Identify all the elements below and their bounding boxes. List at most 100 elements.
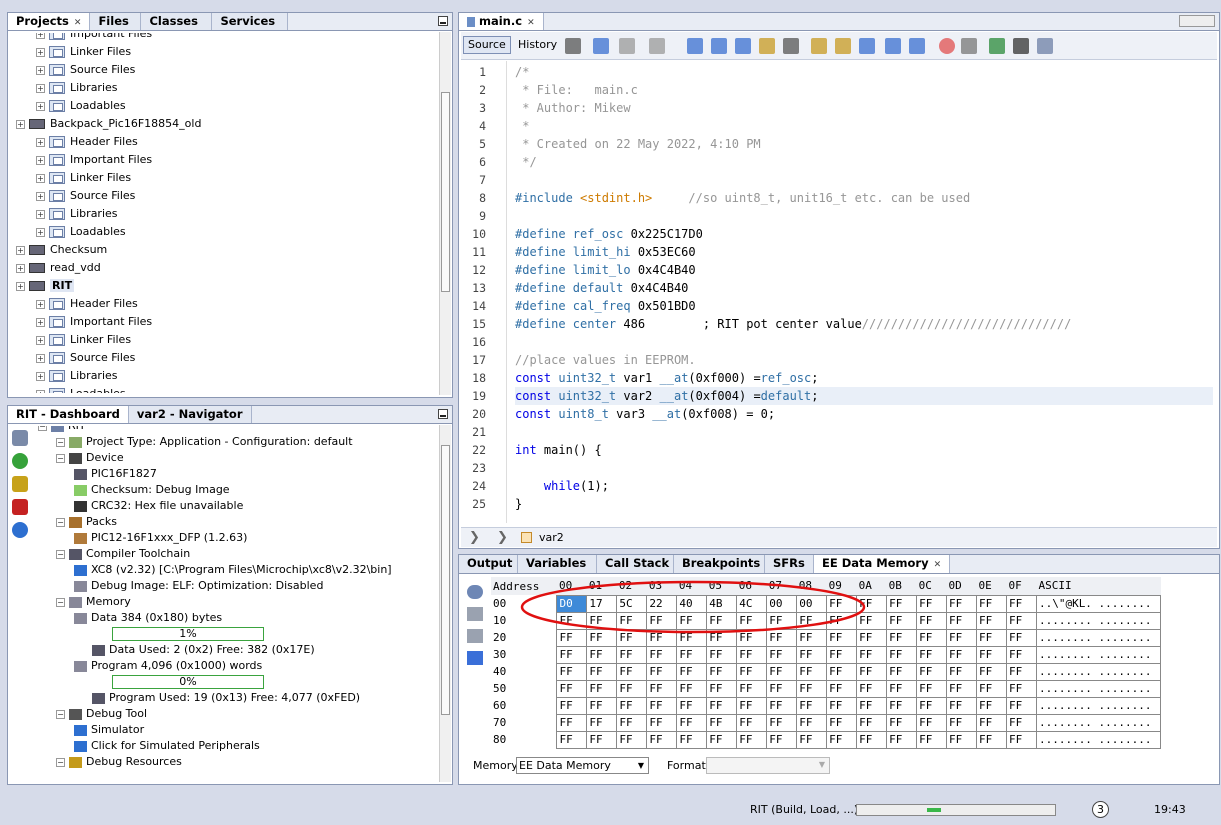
dashboard-item[interactable]: − Debug Resources [56,754,182,770]
memory-cell[interactable]: FF [616,713,648,732]
expand-icon[interactable]: + [36,317,45,327]
pdf-icon[interactable] [12,499,28,515]
memory-cell[interactable]: FF [1005,645,1037,664]
expand-icon[interactable]: + [36,101,45,111]
code-line[interactable]: const uint32_t var2 __at(0xf004) =defaul… [515,387,1213,405]
tab-output[interactable]: Output [459,555,518,573]
expand-icon[interactable]: − [56,453,65,463]
code-line[interactable]: const uint32_t var1 __at(0xf000) =ref_os… [515,369,1213,387]
code-line[interactable]: * File: main.c [515,81,1213,99]
memory-cell[interactable]: FF [886,730,918,749]
memory-cell[interactable]: FF [736,730,768,749]
memory-cell[interactable]: FF [556,730,588,749]
dashboard-item[interactable]: PIC16F1827 [74,466,157,482]
notification-badge[interactable]: 3 [1092,801,1109,818]
memory-cell[interactable]: FF [646,713,678,732]
code-line[interactable]: * Author: Mikew [515,99,1213,117]
memory-cell[interactable]: FF [916,713,948,732]
memory-cell[interactable]: FF [1005,611,1037,630]
chip-icon[interactable] [12,476,28,492]
expand-icon[interactable]: + [36,191,45,201]
memory-cell[interactable]: FF [1005,628,1037,647]
settings-icon[interactable] [12,430,28,446]
memory-cell[interactable]: FF [586,662,618,681]
memory-cell[interactable]: FF [916,696,948,715]
expand-icon[interactable]: + [36,389,45,393]
back-icon[interactable] [593,38,609,54]
tab-breakpoints[interactable]: Breakpoints [674,555,765,573]
code-line[interactable]: #define center 486 ; RIT pot center valu… [515,315,1213,333]
memory-cell[interactable]: FF [796,696,828,715]
tree-item[interactable]: + Source Files [36,61,135,79]
memory-cell[interactable]: FF [706,645,738,664]
scroll-thumb[interactable] [441,445,450,715]
expand-icon[interactable]: + [36,209,45,219]
memory-cell[interactable]: FF [586,713,618,732]
memory-cell[interactable]: FF [766,730,798,749]
memory-cell[interactable]: FF [826,645,858,664]
source-button[interactable]: Source [463,36,511,54]
memory-cell[interactable]: FF [976,662,1007,681]
tab-main-c[interactable]: main.c ✕ [459,13,544,30]
memory-cell[interactable]: FF [766,662,798,681]
tree-item[interactable]: + read_vdd [16,259,101,277]
dashboard-item[interactable]: − RIT [38,426,86,434]
stop-icon[interactable] [961,38,977,54]
memory-cell[interactable]: FF [916,662,948,681]
dashboard-item[interactable]: − Memory [56,594,131,610]
memory-cell[interactable]: FF [706,713,738,732]
memory-cell[interactable]: FF [1005,594,1037,613]
memory-cell[interactable]: FF [556,662,588,681]
expand-icon[interactable]: + [36,155,45,165]
dashboard-item[interactable]: − Packs [56,514,117,530]
tab-files[interactable]: Files [90,13,142,30]
memory-cell[interactable]: FF [886,628,918,647]
memory-cell[interactable]: FF [946,645,978,664]
memory-cell[interactable]: FF [976,679,1007,698]
memory-cell[interactable]: FF [616,662,648,681]
code-line[interactable]: #include <stdint.h> //so uint8_t, unit16… [515,189,1213,207]
memory-cell[interactable]: FF [826,662,858,681]
memory-cell[interactable]: FF [946,594,978,613]
forward-icon[interactable] [619,38,635,54]
memory-select[interactable]: EE Data Memory ▼ [516,757,649,774]
tree-item[interactable]: + Backpack_Pic16F18854_old [16,115,201,133]
memory-cell[interactable]: FF [736,662,768,681]
memory-cell[interactable]: FF [916,679,948,698]
expand-icon[interactable]: + [36,173,45,183]
memory-cell[interactable]: FF [976,594,1007,613]
memory-cell[interactable]: FF [856,713,888,732]
memory-cell[interactable]: FF [676,662,708,681]
code-line[interactable]: * [515,117,1213,135]
find-icon[interactable] [687,38,703,54]
dashboard-item[interactable]: − Project Type: Application - Configurati… [56,434,353,450]
tree-item[interactable]: + Important Files [36,151,152,169]
memory-cell[interactable]: FF [946,662,978,681]
tab-ee-data-memory[interactable]: EE Data Memory ✕ [814,555,951,573]
dashboard-item[interactable]: Simulator [74,722,144,738]
tab-classes[interactable]: Classes [141,13,213,30]
tab-navigator[interactable]: var2 - Navigator [128,406,252,423]
tree-item[interactable]: + RIT [16,277,75,295]
memory-cell[interactable]: FF [646,679,678,698]
memory-cell[interactable]: FF [766,696,798,715]
dashboard-item[interactable]: − Device [56,450,124,466]
expand-icon[interactable]: + [36,47,45,57]
code-line[interactable]: #define limit_hi 0x53EC60 [515,243,1213,261]
tree-item[interactable]: + Checksum [16,241,107,259]
memory-cell[interactable]: FF [556,679,588,698]
code-line[interactable]: #define limit_lo 0x4C4B40 [515,261,1213,279]
memory-cell[interactable]: FF [616,679,648,698]
format-select[interactable]: ▼ [706,757,830,774]
memory-cell[interactable]: FF [676,679,708,698]
expand-icon[interactable]: + [36,227,45,237]
code-line[interactable]: while(1); [515,477,1213,495]
memory-cell[interactable]: FF [766,645,798,664]
memory-cell[interactable]: FF [916,628,948,647]
memory-cell[interactable]: FF [676,696,708,715]
scroll-thumb[interactable] [441,92,450,292]
tree-item[interactable]: + Source Files [36,349,135,367]
down-icon[interactable] [835,38,851,54]
expand-icon[interactable]: − [56,517,65,527]
expand-icon[interactable]: + [16,119,25,129]
